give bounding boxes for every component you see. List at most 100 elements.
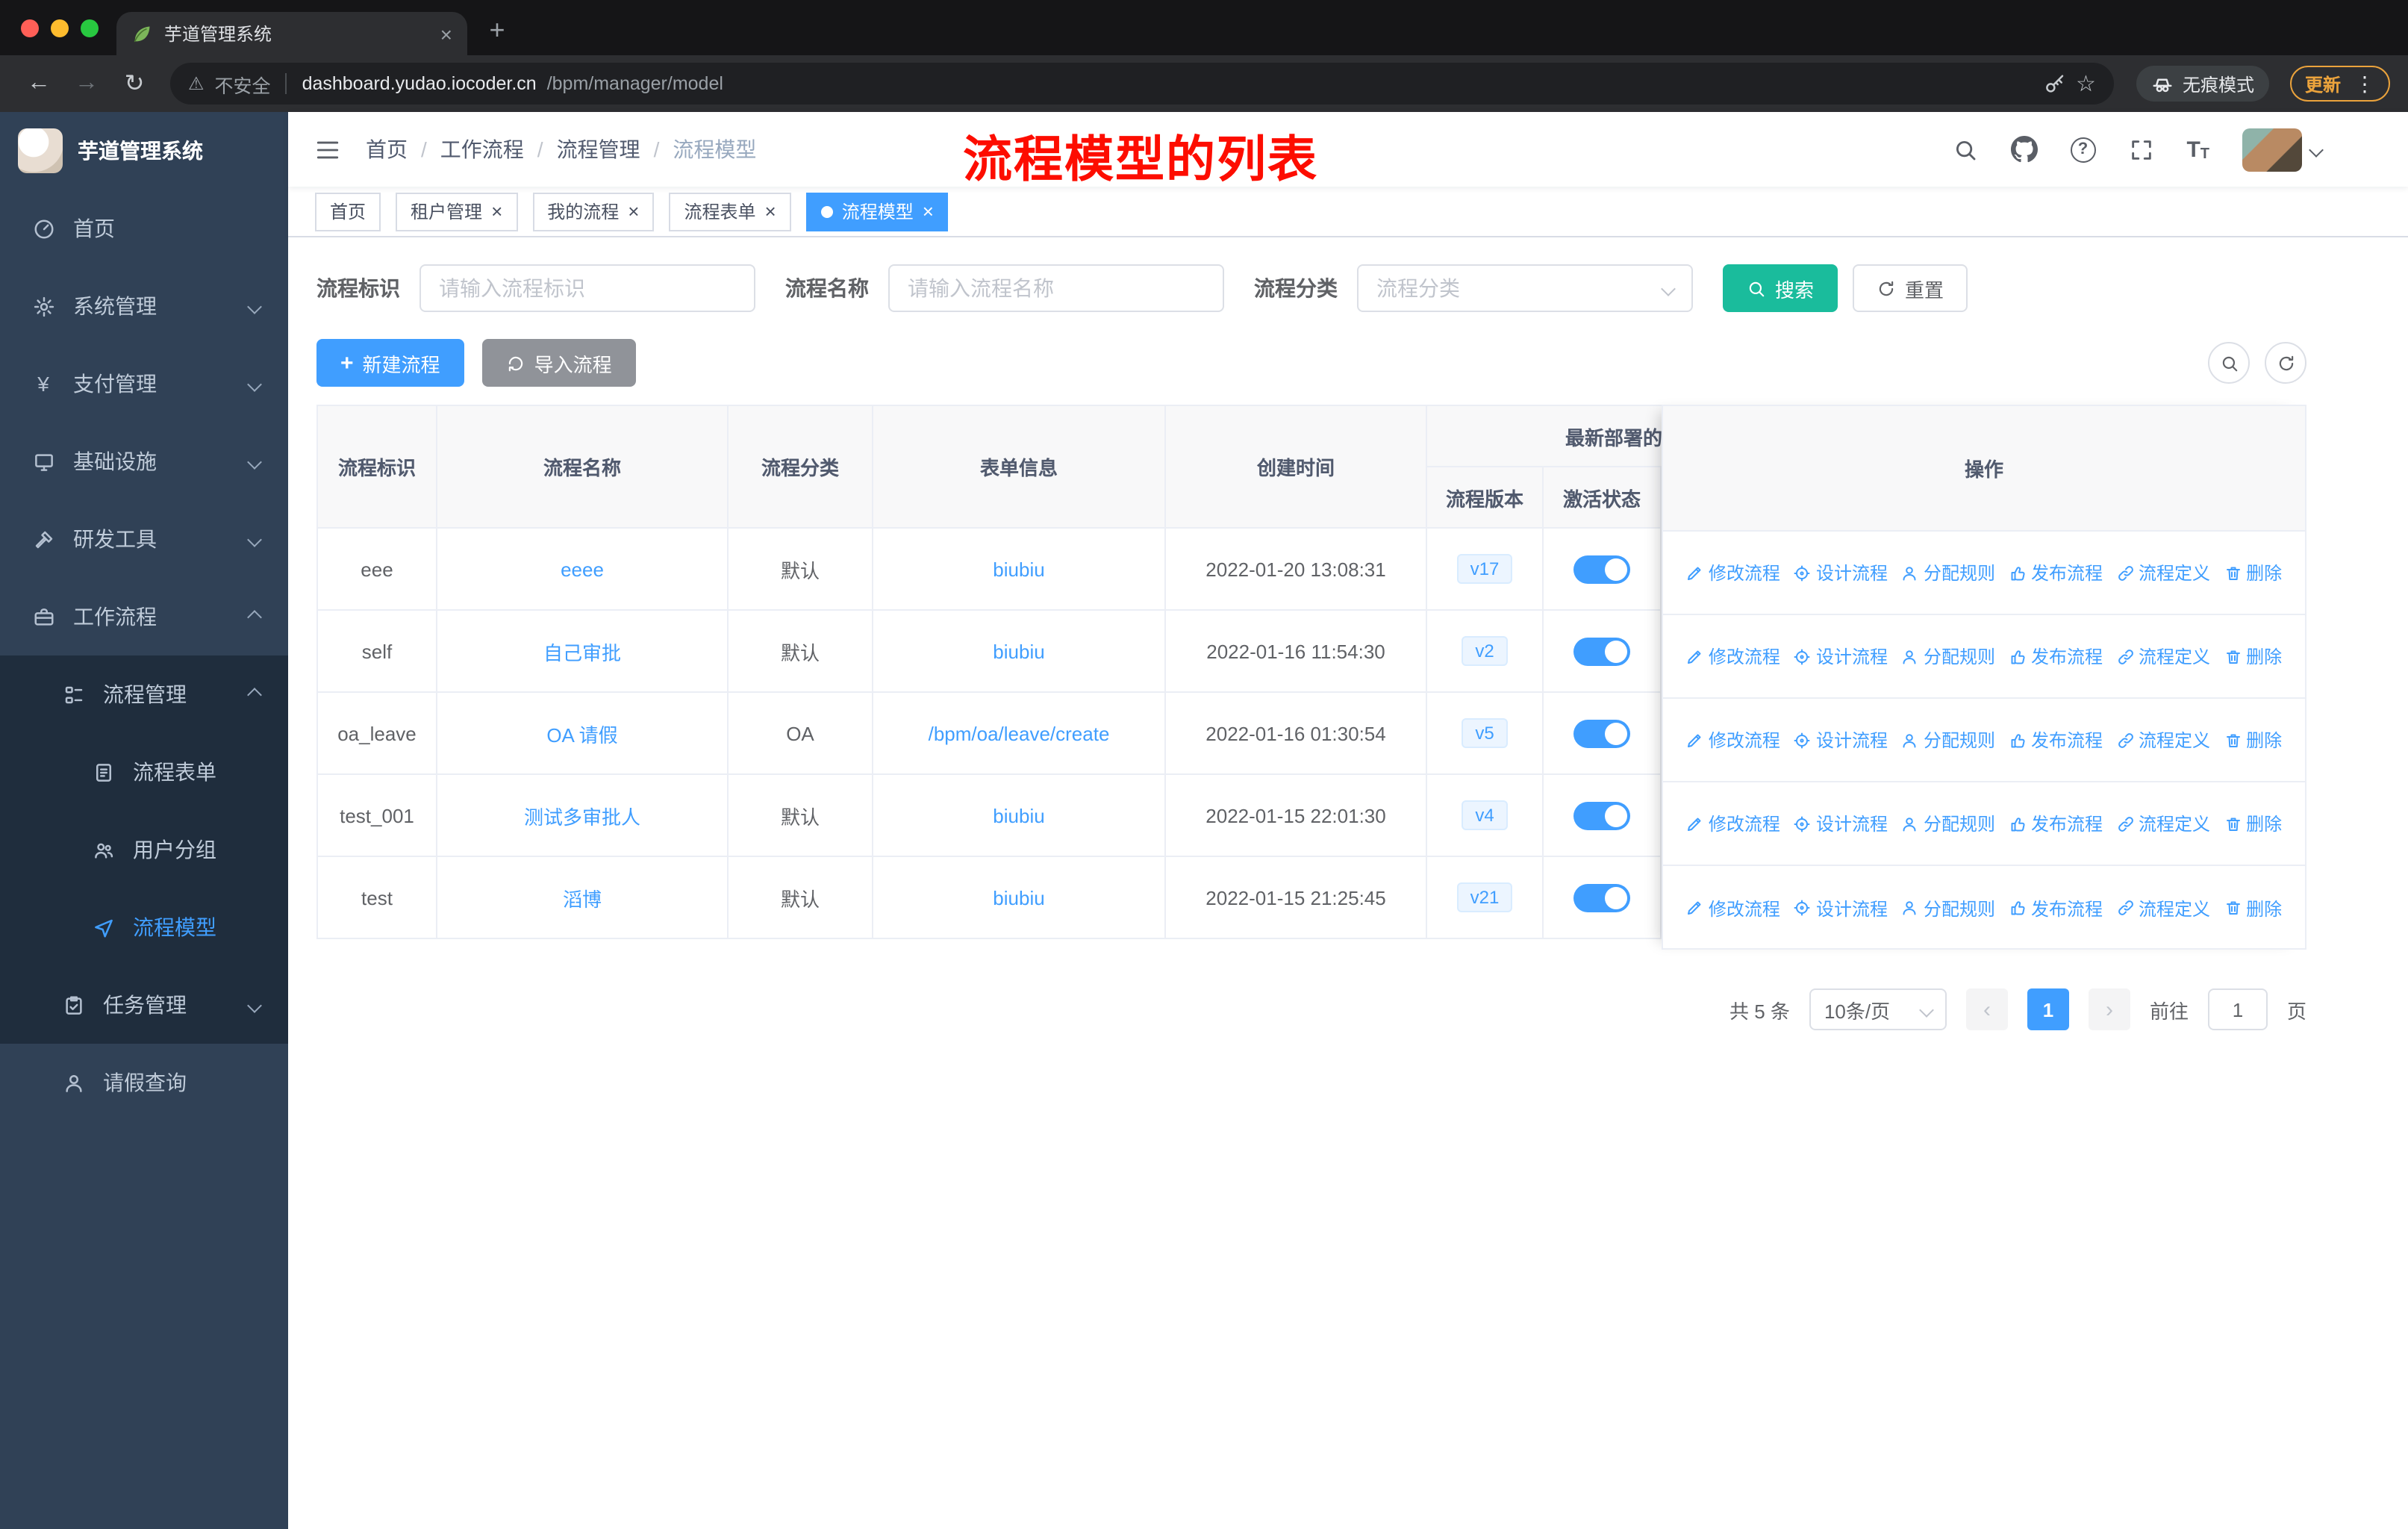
forward-button[interactable]: → (66, 63, 107, 105)
github-icon[interactable] (2010, 136, 2037, 163)
active-toggle[interactable] (1573, 801, 1630, 829)
tag-process-form[interactable]: 流程表单 × (669, 192, 791, 231)
font-size-icon[interactable]: TT (2186, 137, 2209, 162)
goto-page-input[interactable] (2207, 988, 2268, 1030)
op-design-link[interactable]: 设计流程 (1794, 644, 1888, 669)
op-publish-link[interactable]: 发布流程 (2009, 895, 2103, 921)
page-size-select[interactable]: 10条/页 (1809, 988, 1947, 1030)
op-assign-rule-link[interactable]: 分配规则 (1901, 727, 1995, 753)
breadcrumb-item[interactable]: 流程管理 (557, 134, 640, 164)
op-publish-link[interactable]: 发布流程 (2009, 811, 2103, 836)
op-delete-link[interactable]: 删除 (2224, 560, 2282, 585)
import-process-button[interactable]: 导入流程 (481, 339, 636, 387)
tab-close-icon[interactable]: × (440, 22, 452, 46)
op-design-link[interactable]: 设计流程 (1794, 811, 1888, 836)
sidebar-item-payment[interactable]: ¥ 支付管理 (0, 345, 288, 423)
op-edit-link[interactable]: 修改流程 (1686, 644, 1780, 669)
process-name-link[interactable]: 测试多审批人 (524, 806, 640, 828)
op-definition-link[interactable]: 流程定义 (2116, 811, 2210, 836)
form-info-link[interactable]: biubiu (993, 886, 1044, 909)
op-design-link[interactable]: 设计流程 (1794, 895, 1888, 921)
op-edit-link[interactable]: 修改流程 (1686, 560, 1780, 585)
active-toggle[interactable] (1573, 719, 1630, 747)
process-name-link[interactable]: OA 请假 (546, 723, 617, 746)
active-toggle[interactable] (1573, 637, 1630, 665)
tag-close-icon[interactable]: × (628, 202, 639, 221)
sidebar-item-workflow[interactable]: 工作流程 (0, 578, 288, 655)
op-delete-link[interactable]: 删除 (2224, 727, 2282, 753)
sidebar-item-user-group[interactable]: 用户分组 (0, 811, 288, 888)
window-close-button[interactable] (21, 19, 39, 37)
reset-button[interactable]: 重置 (1853, 264, 1968, 312)
op-definition-link[interactable]: 流程定义 (2116, 560, 2210, 585)
fullscreen-icon[interactable] (2128, 137, 2153, 162)
op-publish-link[interactable]: 发布流程 (2009, 727, 2103, 753)
op-edit-link[interactable]: 修改流程 (1686, 895, 1780, 921)
tag-close-icon[interactable]: × (491, 202, 502, 221)
current-page-button[interactable]: 1 (2027, 988, 2069, 1030)
active-toggle[interactable] (1573, 883, 1630, 912)
back-button[interactable]: ← (18, 63, 60, 105)
prev-page-button[interactable]: ‹ (1965, 988, 2008, 1030)
sidebar-item-process-model[interactable]: 流程模型 (0, 888, 288, 966)
op-delete-link[interactable]: 删除 (2224, 895, 2282, 921)
help-icon[interactable]: ? (2070, 137, 2096, 162)
process-name-input[interactable] (888, 264, 1224, 312)
process-id-input[interactable] (419, 264, 755, 312)
op-delete-link[interactable]: 删除 (2224, 644, 2282, 669)
table-scroll-region[interactable]: 流程标识 流程名称 流程分类 表单信息 创建时间 最新部署的流程 流程版本 激活 (316, 405, 1662, 950)
window-zoom-button[interactable] (81, 19, 99, 37)
sidebar-item-process-form[interactable]: 流程表单 (0, 733, 288, 811)
menu-kebab-icon[interactable]: ⋮ (2354, 71, 2375, 96)
refresh-table-button[interactable] (2265, 342, 2306, 384)
security-label[interactable]: 不安全 (215, 69, 271, 98)
password-key-icon[interactable] (2043, 72, 2065, 95)
op-definition-link[interactable]: 流程定义 (2116, 895, 2210, 921)
op-assign-rule-link[interactable]: 分配规则 (1901, 560, 1995, 585)
breadcrumb-item[interactable]: 首页 (366, 134, 408, 164)
tag-close-icon[interactable]: × (923, 202, 934, 221)
toggle-search-button[interactable] (2208, 342, 2250, 384)
process-name-link[interactable]: eeee (561, 558, 604, 580)
form-info-link[interactable]: biubiu (993, 640, 1044, 662)
tag-tenant[interactable]: 租户管理 × (396, 192, 518, 231)
op-publish-link[interactable]: 发布流程 (2009, 560, 2103, 585)
op-definition-link[interactable]: 流程定义 (2116, 644, 2210, 669)
sidebar-item-process-management[interactable]: 流程管理 (0, 655, 288, 733)
category-select[interactable]: 流程分类 (1357, 264, 1693, 312)
sidebar-item-leave-query[interactable]: 请假查询 (0, 1044, 288, 1121)
browser-update-button[interactable]: 更新 ⋮ (2289, 66, 2390, 102)
op-assign-rule-link[interactable]: 分配规则 (1901, 644, 1995, 669)
create-process-button[interactable]: + 新建流程 (316, 339, 464, 387)
browser-tab[interactable]: 芋道管理系统 × (116, 12, 467, 55)
sidebar-item-home[interactable]: 首页 (0, 190, 288, 267)
op-edit-link[interactable]: 修改流程 (1686, 727, 1780, 753)
sidebar-item-task-management[interactable]: 任务管理 (0, 966, 288, 1044)
sidebar-item-infrastructure[interactable]: 基础设施 (0, 423, 288, 500)
op-publish-link[interactable]: 发布流程 (2009, 644, 2103, 669)
op-design-link[interactable]: 设计流程 (1794, 560, 1888, 585)
op-definition-link[interactable]: 流程定义 (2116, 727, 2210, 753)
search-icon[interactable] (1952, 137, 1977, 162)
form-info-link[interactable]: /bpm/oa/leave/create (929, 722, 1110, 744)
op-assign-rule-link[interactable]: 分配规则 (1901, 895, 1995, 921)
address-bar[interactable]: ⚠ 不安全 dashboard.yudao.iocoder.cn/bpm/man… (170, 63, 2114, 105)
next-page-button[interactable]: › (2088, 988, 2130, 1030)
hamburger-icon[interactable] (288, 112, 366, 187)
active-toggle[interactable] (1573, 555, 1630, 583)
tag-home[interactable]: 首页 (315, 192, 381, 231)
form-info-link[interactable]: biubiu (993, 804, 1044, 826)
search-button[interactable]: 搜索 (1723, 264, 1838, 312)
window-minimize-button[interactable] (51, 19, 69, 37)
tag-process-model[interactable]: 流程模型 × (805, 192, 949, 231)
op-delete-link[interactable]: 删除 (2224, 811, 2282, 836)
form-info-link[interactable]: biubiu (993, 558, 1044, 580)
op-design-link[interactable]: 设计流程 (1794, 727, 1888, 753)
tag-my-process[interactable]: 我的流程 × (532, 192, 655, 231)
process-name-link[interactable]: 滔博 (563, 888, 602, 910)
new-tab-button[interactable]: + (476, 9, 518, 51)
process-name-link[interactable]: 自己审批 (543, 641, 621, 664)
user-avatar[interactable] (2242, 128, 2302, 171)
op-assign-rule-link[interactable]: 分配规则 (1901, 811, 1995, 836)
user-menu[interactable] (2242, 128, 2324, 171)
